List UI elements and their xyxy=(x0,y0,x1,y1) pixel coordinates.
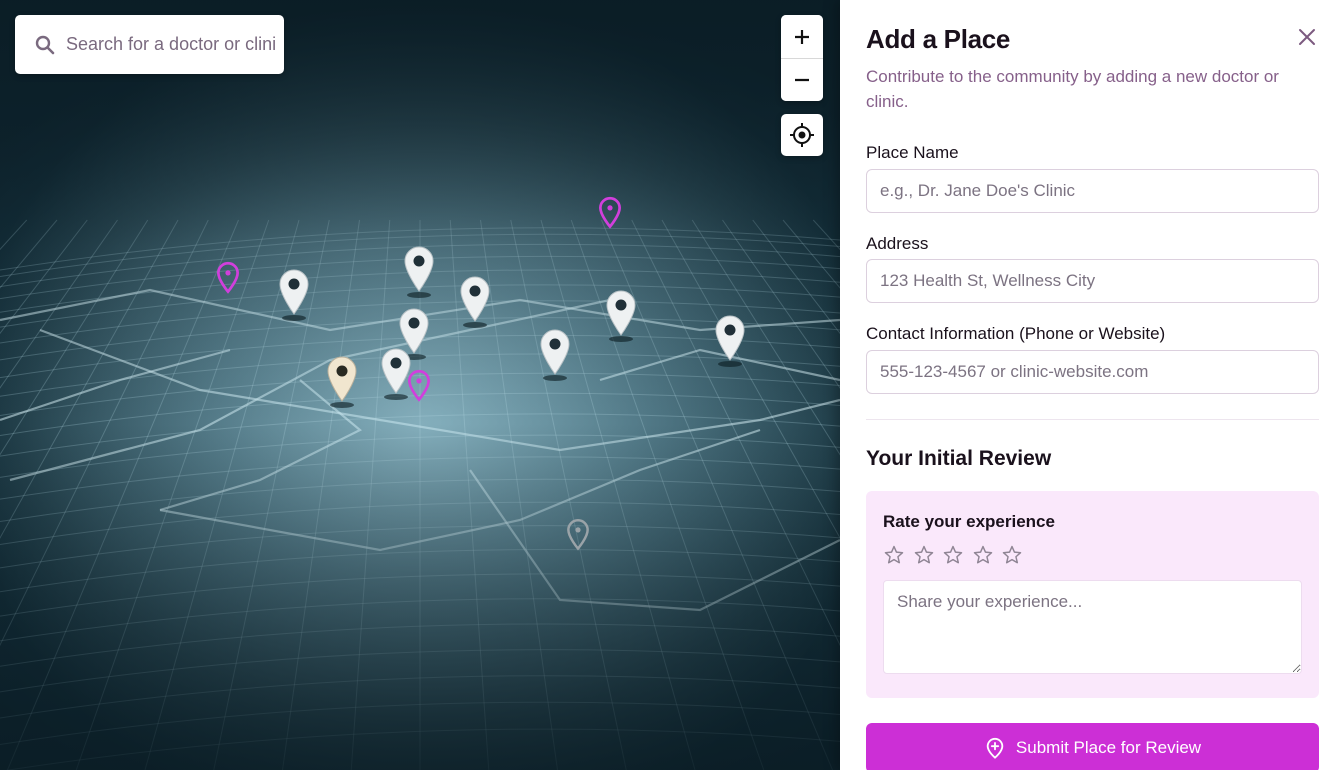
close-icon xyxy=(1299,29,1315,45)
map-pin-highlighted[interactable] xyxy=(596,196,624,230)
address-field[interactable] xyxy=(866,259,1319,303)
panel-title: Add a Place xyxy=(866,24,1011,54)
map-marker[interactable] xyxy=(277,268,311,322)
add-place-panel: Add a Place Contribute to the community … xyxy=(840,0,1342,770)
contact-label: Contact Information (Phone or Website) xyxy=(866,324,1166,343)
search-icon xyxy=(35,35,55,54)
minus-icon xyxy=(795,78,809,82)
review-section-title: Your Initial Review xyxy=(866,447,1052,470)
star-rating xyxy=(883,542,1031,568)
location-add-icon xyxy=(986,737,1004,759)
star-outline-icon xyxy=(914,545,933,564)
star-outline-icon xyxy=(943,545,963,564)
section-divider xyxy=(866,419,1319,420)
place-name-field[interactable] xyxy=(866,169,1319,213)
submit-label: Submit Place for Review xyxy=(1015,738,1202,757)
map-view[interactable] xyxy=(0,0,840,770)
map-search-box[interactable] xyxy=(15,15,284,74)
map-marker[interactable] xyxy=(713,314,747,368)
address-label: Address xyxy=(866,234,929,253)
star-outline-icon xyxy=(884,545,904,564)
map-marker[interactable] xyxy=(325,355,359,409)
map-pin-highlighted[interactable] xyxy=(214,261,242,295)
star-outline-icon xyxy=(973,545,992,564)
map-marker[interactable] xyxy=(538,328,572,382)
submit-place-button[interactable]: Submit Place for Review xyxy=(866,723,1319,770)
zoom-in-button[interactable] xyxy=(781,15,823,58)
panel-subtitle: Contribute to the community by adding a … xyxy=(866,67,1279,111)
star-4[interactable] xyxy=(972,542,1002,568)
zoom-controls xyxy=(781,15,823,101)
plus-icon xyxy=(795,29,809,44)
contact-field[interactable] xyxy=(866,350,1319,394)
star-3[interactable] xyxy=(942,542,972,568)
star-5[interactable] xyxy=(1001,542,1031,568)
star-2[interactable] xyxy=(913,542,943,568)
review-textarea[interactable] xyxy=(883,580,1302,674)
zoom-out-button[interactable] xyxy=(781,58,823,101)
map-marker[interactable] xyxy=(379,347,413,401)
place-name-label: Place Name xyxy=(866,143,959,162)
locate-me-button[interactable] xyxy=(781,114,823,156)
rate-label: Rate your experience xyxy=(883,512,1055,531)
search-input[interactable] xyxy=(66,34,276,55)
star-1[interactable] xyxy=(883,542,913,568)
map-marker[interactable] xyxy=(604,289,638,343)
map-marker[interactable] xyxy=(458,275,492,329)
review-box: Rate your experience xyxy=(866,491,1319,698)
close-button[interactable] xyxy=(1294,24,1320,50)
map-pin-outline[interactable] xyxy=(564,518,592,552)
star-outline-icon xyxy=(1002,545,1022,564)
map-marker[interactable] xyxy=(402,245,436,299)
crosshair-icon xyxy=(790,123,814,147)
